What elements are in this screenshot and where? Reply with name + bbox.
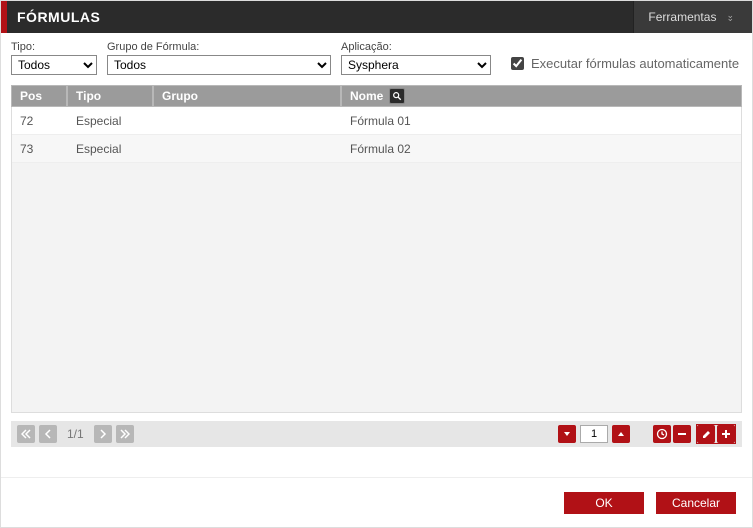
dialog-footer: OK Cancelar — [1, 477, 752, 527]
ok-button[interactable]: OK — [564, 492, 644, 514]
auto-exec-checkbox[interactable] — [511, 57, 524, 70]
cell-pos: 72 — [12, 114, 68, 128]
th-tipo[interactable]: Tipo — [67, 85, 153, 107]
search-icon[interactable] — [389, 88, 405, 104]
clock-icon[interactable] — [653, 425, 671, 443]
page-title: FÓRMULAS — [7, 1, 633, 33]
cell-nome: Fórmula 01 — [342, 114, 741, 128]
auto-exec-label: Executar fórmulas automaticamente — [531, 56, 739, 71]
filter-tipo: Tipo: Todos — [11, 41, 97, 75]
filter-grupo-label: Grupo de Fórmula: — [107, 41, 331, 53]
th-nome[interactable]: Nome — [341, 85, 742, 107]
th-nome-label: Nome — [350, 89, 383, 103]
filter-aplicacao: Aplicação: Sysphera — [341, 41, 491, 75]
formulas-table: Pos Tipo Grupo Nome 72 Especial Fórmula … — [11, 85, 742, 413]
cell-nome: Fórmula 02 — [342, 142, 741, 156]
th-pos[interactable]: Pos — [11, 85, 67, 107]
filter-tipo-label: Tipo: — [11, 41, 97, 53]
pager-first-icon[interactable] — [17, 425, 35, 443]
remove-button[interactable] — [673, 425, 691, 443]
filter-tipo-select[interactable]: Todos — [11, 55, 97, 75]
page-input[interactable] — [580, 425, 608, 443]
edit-button[interactable] — [697, 425, 715, 443]
pager-bar: 1/1 — [11, 421, 742, 447]
pager-text: 1/1 — [67, 427, 84, 441]
cancel-button[interactable]: Cancelar — [656, 492, 736, 514]
filter-grupo-select[interactable]: Todos — [107, 55, 331, 75]
action-group-left — [652, 424, 692, 444]
th-grupo[interactable]: Grupo — [153, 85, 341, 107]
auto-exec-row: Executar fórmulas automaticamente — [507, 54, 739, 73]
add-button[interactable] — [717, 425, 735, 443]
filter-grupo: Grupo de Fórmula: Todos — [107, 41, 331, 75]
action-group-right — [696, 424, 736, 444]
table-row[interactable]: 73 Especial Fórmula 02 — [12, 135, 741, 163]
filter-aplicacao-label: Aplicação: — [341, 41, 491, 53]
page-up-button[interactable] — [612, 425, 630, 443]
cell-pos: 73 — [12, 142, 68, 156]
page-down-button[interactable] — [558, 425, 576, 443]
table-row[interactable]: 72 Especial Fórmula 01 — [12, 107, 741, 135]
tools-label: Ferramentas — [648, 10, 716, 24]
pager-last-icon[interactable] — [116, 425, 134, 443]
table-body[interactable]: 72 Especial Fórmula 01 73 Especial Fórmu… — [11, 107, 742, 413]
table-filler — [12, 163, 741, 407]
cell-tipo: Especial — [68, 142, 154, 156]
tools-menu[interactable]: Ferramentas ⌄⌄ — [633, 1, 752, 33]
cell-tipo: Especial — [68, 114, 154, 128]
filter-aplicacao-select[interactable]: Sysphera — [341, 55, 491, 75]
chevron-down-icon: ⌄⌄ — [726, 13, 734, 21]
pager-next-icon[interactable] — [94, 425, 112, 443]
table-header: Pos Tipo Grupo Nome — [11, 85, 742, 107]
pager-prev-icon[interactable] — [39, 425, 57, 443]
